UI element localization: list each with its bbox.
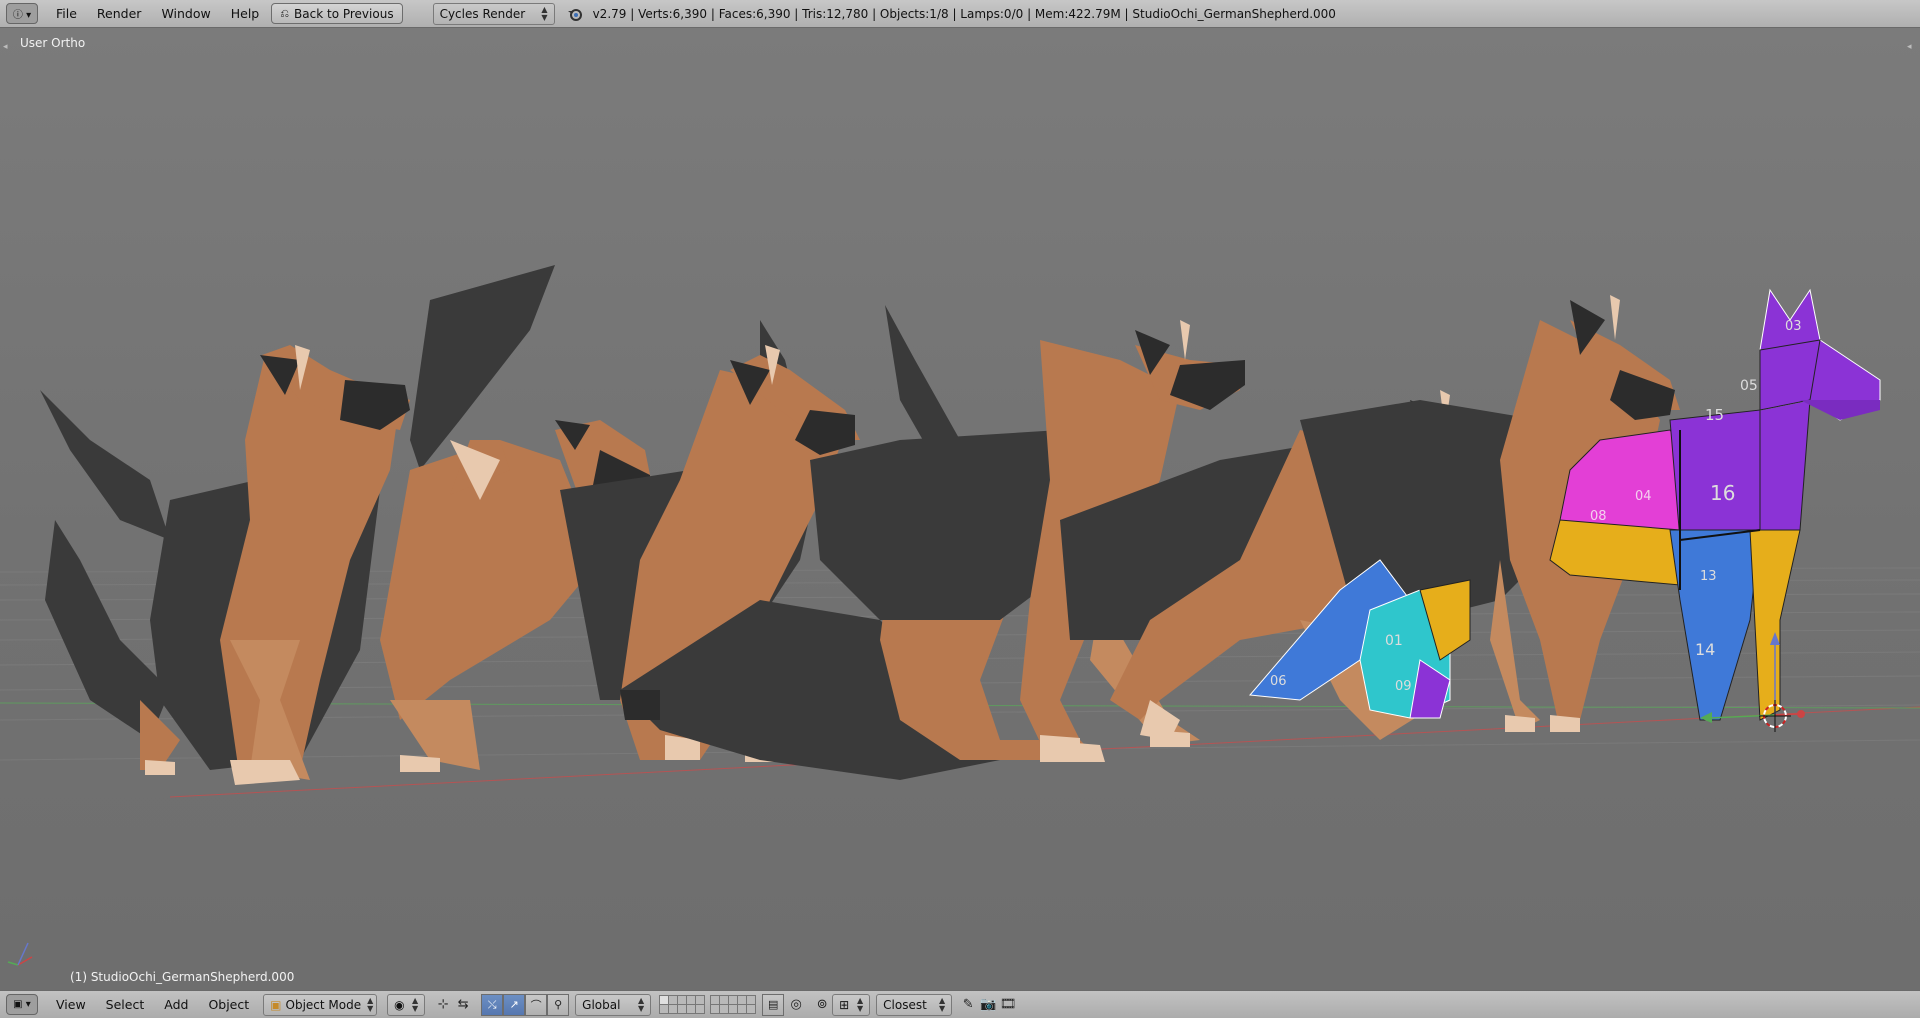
uv-number-label: 15 <box>1705 406 1724 424</box>
scene-layers[interactable] <box>659 995 757 1014</box>
snap-target-dropdown[interactable]: Closest ▲ ▼ <box>876 993 953 1016</box>
render-image-icon[interactable]: 📷 <box>978 995 998 1015</box>
transform-orientation-label: Global <box>582 997 621 1012</box>
uv-number-label: 04 <box>1635 489 1652 504</box>
menu-select[interactable]: Select <box>96 997 155 1012</box>
3d-viewport[interactable]: 03 05 15 16 04 08 13 14 01 09 06 User Or… <box>0 28 1920 990</box>
properties-toggle-icon[interactable]: ◂ <box>1907 42 1917 52</box>
blender-logo-icon <box>565 4 585 24</box>
snap-target-label: Closest <box>883 997 927 1012</box>
updown-arrows-icon: ▲ ▼ <box>541 4 548 22</box>
updown-arrows-icon: ▲ ▼ <box>638 995 645 1013</box>
interaction-mode-dropdown[interactable]: ▣ Object Mode ▲ ▼ <box>263 993 378 1016</box>
manipulator-scale-handle-icon[interactable]: ⚲ <box>547 993 570 1016</box>
object-mode-icon: ▣ <box>270 997 282 1012</box>
uv-number-label: 16 <box>1710 481 1735 505</box>
snap-element-dropdown[interactable]: ⊞ ▲ ▼ <box>832 993 871 1016</box>
active-object-label: (1) StudioOchi_GermanShepherd.000 <box>70 970 295 984</box>
interaction-mode-label: Object Mode <box>285 997 362 1012</box>
menu-file[interactable]: File <box>46 6 87 21</box>
back-to-previous-button[interactable]: ⎌ Back to Previous <box>271 3 403 24</box>
menu-add[interactable]: Add <box>154 997 198 1012</box>
uv-number-label: 08 <box>1590 509 1607 524</box>
scene-statistics: v2.79 | Verts:6,390 | Faces:6,390 | Tris… <box>592 6 1336 21</box>
render-engine-dropdown[interactable]: Cycles Render ▲ ▼ <box>432 2 555 25</box>
render-engine-label: Cycles Render <box>439 6 526 21</box>
menu-object[interactable]: Object <box>198 997 259 1012</box>
shading-sphere-icon: ◉ <box>394 997 405 1012</box>
manipulator-translate-icon[interactable]: ⤯ <box>481 993 504 1016</box>
updown-arrows-icon: ▲ ▼ <box>857 995 864 1013</box>
uv-number-label: 06 <box>1270 674 1287 689</box>
menu-view[interactable]: View <box>46 997 96 1012</box>
manipulator-rotate-icon[interactable]: ↗ <box>503 993 526 1016</box>
updown-arrows-icon: ▲ ▼ <box>412 995 419 1013</box>
3d-view-editor-type-button[interactable]: ▣ ▾ <box>6 994 38 1015</box>
menu-help[interactable]: Help <box>221 6 270 21</box>
cube-icon: ▣ ▾ <box>13 999 31 1010</box>
transform-orientation-dropdown[interactable]: Global ▲ ▼ <box>575 993 652 1016</box>
uv-number-label: 13 <box>1700 569 1717 584</box>
back-to-previous-label: Back to Previous <box>294 6 394 21</box>
axis-gizmo <box>7 942 33 966</box>
info-header: ⓘ ▾ File Render Window Help ⎌ Back to Pr… <box>0 0 1920 28</box>
layer-buttons-group-1[interactable] <box>659 995 706 1014</box>
uv-number-label: 09 <box>1395 679 1412 694</box>
manipulator-toggle-icon[interactable]: ⇆ <box>453 995 473 1015</box>
viewport-scene[interactable]: 03 05 15 16 04 08 13 14 01 09 06 <box>0 28 1920 990</box>
uv-number-label: 03 <box>1785 319 1802 334</box>
proportional-edit-icon[interactable]: ◎ <box>786 995 806 1015</box>
pivot-point-icon[interactable]: ⊹ <box>433 995 453 1015</box>
render-animation-icon[interactable]: 🎞 <box>998 995 1018 1015</box>
opengl-render-icon[interactable]: ✎ <box>958 995 978 1015</box>
toolshelf-toggle-icon[interactable]: ◂ <box>3 42 13 52</box>
uv-number-label: 14 <box>1695 640 1715 659</box>
snap-toggle-icon[interactable]: ⊚ <box>812 995 832 1015</box>
back-icon: ⎌ <box>280 6 290 20</box>
lock-camera-layers-icon[interactable]: ▤ <box>762 993 785 1016</box>
menu-window[interactable]: Window <box>151 6 220 21</box>
3d-view-header: ▣ ▾ View Select Add Object ▣ Object Mode… <box>0 990 1920 1018</box>
info-icon: ⓘ ▾ <box>12 10 32 21</box>
menu-render[interactable]: Render <box>87 6 152 21</box>
updown-arrows-icon: ▲ ▼ <box>367 995 374 1013</box>
updown-arrows-icon: ▲ ▼ <box>939 995 946 1013</box>
info-editor-type-button[interactable]: ⓘ ▾ <box>6 3 38 24</box>
uv-number-label: 01 <box>1385 633 1403 649</box>
uv-number-label: 05 <box>1740 378 1758 394</box>
snap-element-icon: ⊞ <box>839 997 850 1012</box>
view-name-label: User Ortho <box>20 36 86 50</box>
layer-buttons-group-2[interactable] <box>710 995 757 1014</box>
viewport-shading-dropdown[interactable]: ◉ ▲ ▼ <box>387 993 426 1016</box>
manipulator-scale-icon[interactable]: ⌒ <box>525 993 548 1016</box>
